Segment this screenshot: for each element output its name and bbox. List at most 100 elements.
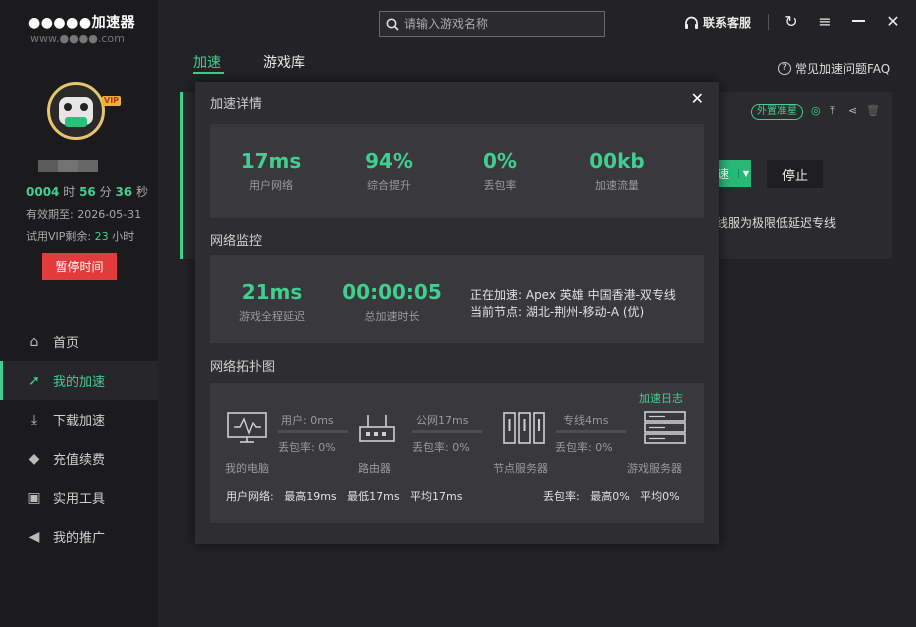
stop-button[interactable]: 停止 [767,160,823,188]
trash-icon[interactable]: 🗑 [866,104,880,117]
minimize-icon[interactable] [849,12,867,22]
crosshair-tag[interactable]: 外置准星 [751,104,803,120]
active-tab-indicator [193,72,224,74]
timer-seconds-unit: 秒 [135,185,148,199]
sidebar-item-label: 下载加速 [53,414,106,429]
refresh-icon[interactable]: ↻ [782,12,800,31]
timer-minutes: 56 [79,185,96,199]
user-network-summary: 用户网络: 最高19ms 最低17ms 平均17ms [226,490,463,503]
link-bar [556,430,626,433]
diamond-icon: ◆ [28,450,40,467]
stat-value: 00:00:05 [342,280,442,304]
faq-label: 常见加速问题FAQ [795,62,891,76]
stat-value: 0% [483,149,517,173]
tab-game-library[interactable]: 游戏库 [263,52,305,72]
stat-label: 用户网络 [249,179,293,192]
faq-link[interactable]: ? 常见加速问题FAQ [778,60,890,77]
topology-panel: 加速日志 用户: 0ms 丢包率: 0% 公网17ms 丢包率: 0% 专线4m… [210,383,704,523]
pin-top-icon[interactable]: ⤒ [830,104,835,118]
search-input[interactable] [404,17,594,31]
trial-hours: 23 [94,230,109,243]
trial-prefix: 试用VIP剩余: [26,230,92,243]
topbar-divider [768,14,769,30]
home-icon: ⌂ [29,333,39,350]
menu-icon[interactable]: ≡ [816,12,834,31]
stat-label: 游戏全程延迟 [239,310,305,323]
link-user-latency: 用户: 0ms [281,414,334,427]
sidebar-item-label: 充值续费 [53,453,106,468]
router-icon [359,415,395,442]
pause-time-button[interactable]: 暂停时间 [42,253,117,280]
trial-remaining: 试用VIP剩余: 23 小时 [26,228,134,244]
stat-value: 00kb [589,149,645,173]
megaphone-icon: ◀ [28,528,40,545]
app-url: www.●●●●.com [30,32,125,45]
topology-title: 网络拓扑图 [210,360,276,375]
sidebar-item-download[interactable]: ⤓ 下载加速 [0,400,158,439]
sidebar-item-label: 首页 [53,336,80,351]
stat-label: 综合提升 [367,179,411,192]
trial-unit: 小时 [112,230,135,243]
stat-value: 94% [365,149,413,173]
start-accelerate-button[interactable]: 速 ▼ [714,160,751,187]
stats-panel: 17ms 用户网络 94% 综合提升 0% 丢包率 00kb 加速流量 [210,124,704,218]
device-label-pc: 我的电脑 [225,462,269,475]
stat-game-latency: 21ms 游戏全程延迟 [230,280,314,324]
link-bar [412,430,482,433]
link-bar [278,430,348,433]
remaining-timer: 0004 时 56 分 36 秒 [26,183,148,200]
stat-user-network: 17ms 用户网络 [231,149,311,193]
timer-hours: 0004 [26,185,60,199]
acceleration-log-link[interactable]: 加速日志 [639,390,683,406]
stat-label: 丢包率 [483,179,517,192]
close-icon[interactable]: ✕ [884,12,902,31]
node-server-icon [503,412,545,444]
sidebar-item-home[interactable]: ⌂ 首页 [0,322,158,361]
link-user-loss: 丢包率: 0% [278,441,336,454]
vip-badge: VIP [102,96,122,106]
computer-icon [227,412,267,443]
stat-value: 21ms [241,280,303,304]
stat-label: 总加速时长 [364,310,420,323]
line-description: 线服为极限低延迟专线 [716,216,837,230]
sidebar-item-label: 我的加速 [53,375,106,390]
monitor-panel: 21ms 游戏全程延迟 00:00:05 总加速时长 正在加速: Apex 英雄… [210,255,704,343]
sidebar-item-recharge[interactable]: ◆ 充值续费 [0,439,158,478]
monitor-title: 网络监控 [210,234,263,249]
search-icon [386,18,399,31]
timer-minutes-unit: 分 [99,185,112,199]
speed-icon[interactable]: ◎ [811,104,821,117]
contact-service-label: 联系客服 [703,16,752,30]
tab-accelerate[interactable]: 加速 [193,52,221,72]
sidebar-item-tools[interactable]: ▣ 实用工具 [0,478,158,517]
sidebar-item-label: 我的推广 [53,531,106,546]
link-public-latency: 公网17ms [416,414,469,427]
chevron-down-icon[interactable]: ▼ [737,169,749,178]
contact-service-button[interactable]: 联系客服 [684,14,751,31]
sidebar-nav: ⌂ 首页 ➚ 我的加速 ⤓ 下载加速 ◆ 充值续费 ▣ 实用工具 ◀ 我的推广 [0,322,158,556]
game-server-icon [644,411,686,444]
rocket-icon: ➚ [28,372,40,389]
stat-packet-loss: 0% 丢包率 [460,149,540,193]
device-label-node-server: 节点服务器 [493,462,548,475]
avatar[interactable] [47,82,105,140]
sidebar: ●●●●●加速器 www.●●●●.com VIP 0004 时 56 分 36… [0,0,158,627]
share-icon[interactable]: ⋖ [848,104,857,117]
current-node: 当前节点: 湖北-荆州-移动-A (优) [470,305,645,319]
modal-close-icon[interactable]: ✕ [691,89,704,108]
link-public-loss: 丢包率: 0% [412,441,470,454]
headset-icon [685,16,698,29]
expire-date: 有效期至: 2026-05-31 [26,208,142,221]
sidebar-item-promotion[interactable]: ◀ 我的推广 [0,517,158,556]
sidebar-item-label: 实用工具 [53,492,106,507]
download-icon: ⤓ [30,411,38,428]
link-dedicated-latency: 专线4ms [563,414,609,427]
acceleration-details-modal: 加速详情 ✕ 17ms 用户网络 94% 综合提升 0% 丢包率 00kb 加速… [195,82,719,544]
question-icon: ? [778,62,791,75]
search-box[interactable] [379,11,605,37]
accelerating-game: 正在加速: Apex 英雄 中国香港-双专线 [470,288,676,302]
sidebar-item-my-acceleration[interactable]: ➚ 我的加速 [0,361,158,400]
packet-loss-summary: 丢包率: 最高0% 平均0% [543,490,680,503]
link-dedicated-loss: 丢包率: 0% [555,441,613,454]
stat-overall-improvement: 94% 综合提升 [349,149,429,193]
